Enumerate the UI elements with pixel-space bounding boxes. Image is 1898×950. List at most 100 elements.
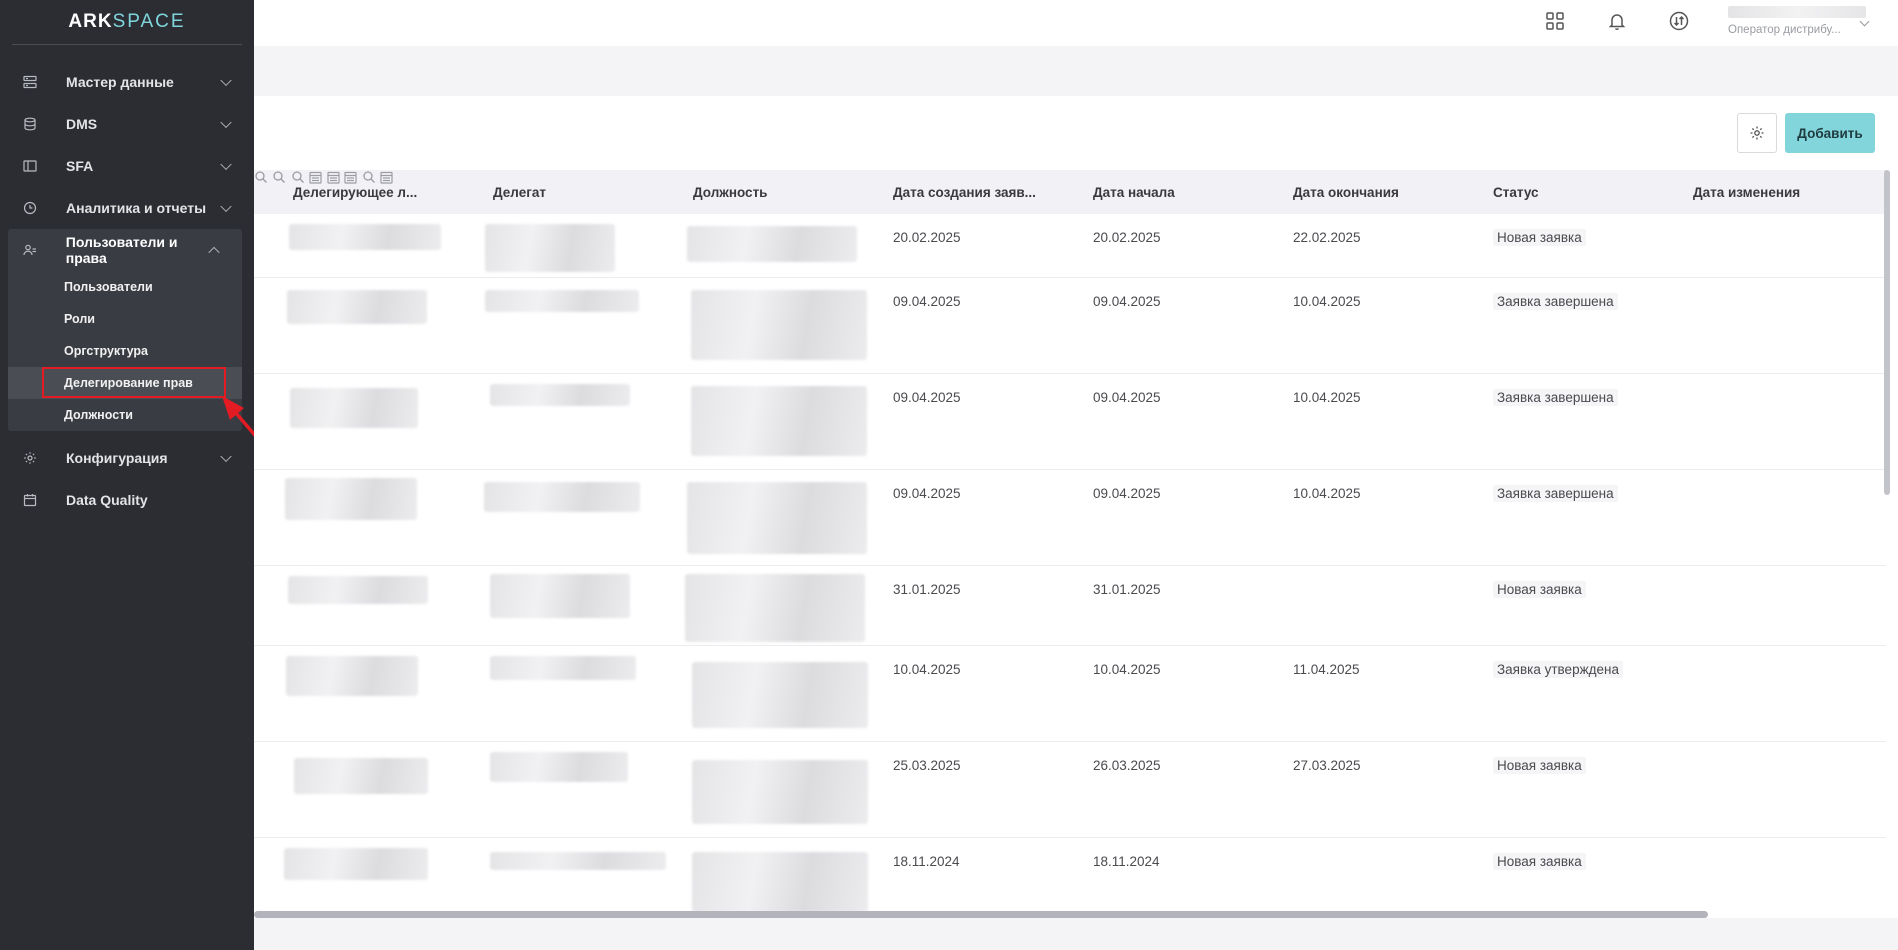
clock-icon	[22, 200, 38, 216]
start-date: 10.04.2025	[1093, 662, 1161, 677]
column-header-delegator[interactable]: Делегирующее л...	[293, 170, 417, 214]
vertical-scrollbar[interactable]	[1884, 170, 1890, 495]
sidebar-subitem-org-structure[interactable]: Оргструктура	[8, 335, 242, 367]
start-date: 20.02.2025	[1093, 230, 1161, 245]
users-icon	[22, 242, 38, 258]
chevron-down-icon	[220, 200, 232, 213]
sidebar-item-label: Мастер данные	[66, 74, 174, 90]
end-date: 27.03.2025	[1293, 758, 1361, 773]
table-header: Делегирующее л... Делегат Должность Дата…	[254, 170, 1886, 214]
column-header-position[interactable]: Должность	[693, 170, 767, 214]
created-date: 10.04.2025	[893, 662, 961, 677]
gear-icon	[22, 450, 38, 466]
end-date: 10.04.2025	[1293, 390, 1361, 405]
apps-grid-icon[interactable]	[1544, 10, 1568, 34]
chevron-down-icon	[220, 74, 232, 87]
position-name	[691, 386, 867, 456]
column-label: Статус	[1493, 184, 1539, 200]
user-name	[1728, 6, 1866, 18]
content-card: Добавить Делегирующее л... Делегат Должн…	[254, 96, 1898, 918]
sidebar-item-label: SFA	[66, 158, 94, 174]
position-name	[692, 852, 868, 912]
sidebar-subitem-positions[interactable]: Должности	[8, 399, 242, 431]
delegate-name	[490, 656, 636, 680]
sidebar-item-label: Пользователи и права	[65, 234, 178, 266]
sidebar-layout-icon	[22, 158, 38, 174]
delegate-name	[490, 384, 630, 406]
status-badge: Новая заявка	[1493, 853, 1586, 870]
sync-icon[interactable]	[1668, 10, 1692, 34]
delegate-name	[485, 224, 615, 272]
column-header-status[interactable]: Статус	[1493, 170, 1539, 214]
position-name	[692, 662, 868, 728]
column-label: Делегат	[493, 184, 546, 200]
start-date: 09.04.2025	[1093, 294, 1161, 309]
logo-text-main: ARK	[68, 11, 113, 32]
user-menu[interactable]: Оператор дистрибу...	[1728, 4, 1878, 42]
search-icon[interactable]	[254, 171, 268, 188]
table-row[interactable]: 09.04.2025 09.04.2025 10.04.2025 Заявка …	[254, 470, 1886, 566]
search-icon[interactable]	[272, 171, 286, 188]
add-button[interactable]: Добавить	[1785, 113, 1875, 153]
status-badge: Заявка завершена	[1493, 485, 1618, 502]
delegation-table: Делегирующее л... Делегат Должность Дата…	[254, 170, 1886, 918]
end-date: 11.04.2025	[1293, 662, 1360, 677]
calendar-icon	[22, 492, 38, 508]
horizontal-scrollbar[interactable]	[254, 911, 1708, 918]
table-settings-button[interactable]	[1737, 113, 1777, 153]
status-badge: Заявка завершена	[1493, 389, 1618, 406]
logo[interactable]: ARK SPACE	[0, 0, 254, 44]
chevron-down-icon	[220, 158, 232, 171]
created-date: 20.02.2025	[893, 230, 961, 245]
start-date: 09.04.2025	[1093, 486, 1161, 501]
created-date: 25.03.2025	[893, 758, 961, 773]
sidebar-subitem-users[interactable]: Пользователи	[8, 271, 242, 303]
table-row[interactable]: 25.03.2025 26.03.2025 27.03.2025 Новая з…	[254, 742, 1886, 838]
column-label: Дата окончания	[1293, 184, 1399, 200]
status-badge: Заявка утверждена	[1493, 661, 1623, 678]
table-row[interactable]: 20.02.2025 20.02.2025 22.02.2025 Новая з…	[254, 214, 1886, 278]
created-date: 18.11.2024	[893, 854, 960, 869]
sidebar-item-users-and-rights[interactable]: Пользователи и права	[8, 229, 242, 271]
sidebar-subitem-roles[interactable]: Роли	[8, 303, 242, 335]
user-role: Оператор дистрибу...	[1728, 24, 1841, 36]
annotation-highlight-box	[42, 367, 226, 398]
delegator-name	[289, 224, 441, 250]
sidebar-item-label: DMS	[66, 116, 98, 132]
sidebar-item-configuration[interactable]: Конфигурация	[0, 437, 254, 479]
sidebar-item-dms[interactable]: DMS	[0, 103, 254, 145]
delegate-name	[490, 574, 630, 618]
table-row[interactable]: 31.01.2025 31.01.2025 Новая заявка	[254, 566, 1886, 646]
delegate-name	[484, 482, 640, 512]
sidebar-item-master-data[interactable]: Мастер данные	[0, 61, 254, 103]
table-row[interactable]: 18.11.2024 18.11.2024 Новая заявка	[254, 838, 1886, 918]
delegate-name	[490, 752, 628, 782]
bell-icon[interactable]	[1606, 10, 1630, 34]
end-date: 10.04.2025	[1293, 486, 1361, 501]
table-row[interactable]: 10.04.2025 10.04.2025 11.04.2025 Заявка …	[254, 646, 1886, 742]
created-date: 31.01.2025	[893, 582, 961, 597]
start-date: 18.11.2024	[1093, 854, 1160, 869]
column-header-modified-date[interactable]: Дата изменения	[1693, 170, 1800, 214]
status-badge: Новая заявка	[1493, 229, 1586, 246]
sidebar-item-sfa[interactable]: SFA	[0, 145, 254, 187]
created-date: 09.04.2025	[893, 294, 961, 309]
end-date: 22.02.2025	[1293, 230, 1361, 245]
logo-text-accent: SPACE	[112, 11, 186, 32]
column-header-delegate[interactable]: Делегат	[493, 170, 546, 214]
column-header-start-date[interactable]: Дата начала	[1093, 170, 1175, 214]
delegate-name	[490, 852, 666, 870]
sidebar-item-analytics[interactable]: Аналитика и отчеты	[0, 187, 254, 229]
position-name	[692, 760, 868, 824]
delegator-name	[294, 758, 428, 794]
column-header-end-date[interactable]: Дата окончания	[1293, 170, 1399, 214]
sidebar-item-label: Конфигурация	[66, 450, 168, 466]
sidebar-nav: Мастер данные DMS SFA Аналитика и отчеты…	[0, 45, 254, 521]
column-header-created-date[interactable]: Дата создания заяв...	[893, 170, 1036, 214]
sidebar-item-data-quality[interactable]: Data Quality	[0, 479, 254, 521]
column-label: Должность	[693, 184, 768, 200]
table-row[interactable]: 09.04.2025 09.04.2025 10.04.2025 Заявка …	[254, 278, 1886, 374]
column-label: Дата начала	[1093, 184, 1175, 200]
status-badge: Новая заявка	[1493, 581, 1586, 598]
table-row[interactable]: 09.04.2025 09.04.2025 10.04.2025 Заявка …	[254, 374, 1886, 470]
